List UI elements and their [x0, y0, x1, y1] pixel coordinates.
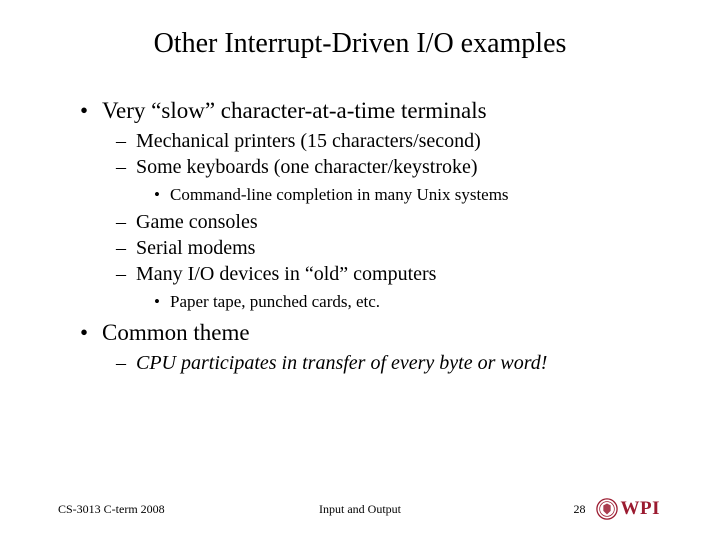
footer-right: 28 WPI [574, 498, 661, 520]
bullet-l3: Paper tape, punched cards, etc. [80, 292, 660, 312]
slide-footer: CS-3013 C-term 2008 Input and Output 28 … [0, 498, 720, 520]
bullet-l2: Many I/O devices in “old” computers [80, 263, 660, 286]
bullet-l2: Serial modems [80, 237, 660, 260]
slide: Other Interrupt-Driven I/O examples Very… [0, 0, 720, 540]
bullet-l2: Some keyboards (one character/keystroke) [80, 156, 660, 179]
bullet-l3: Command-line completion in many Unix sys… [80, 185, 660, 205]
bullet-l2: Game consoles [80, 211, 660, 234]
footer-center: Input and Output [319, 502, 401, 517]
page-number: 28 [574, 502, 586, 517]
wpi-seal-icon [596, 498, 618, 520]
footer-left: CS-3013 C-term 2008 [58, 502, 165, 517]
slide-title: Other Interrupt-Driven I/O examples [60, 28, 660, 60]
slide-content: Very “slow” character-at-a-time terminal… [60, 98, 660, 375]
bullet-l1: Common theme [80, 320, 660, 346]
bullet-l2: CPU participates in transfer of every by… [80, 352, 660, 375]
wpi-logo-text: WPI [621, 498, 661, 520]
wpi-logo: WPI [596, 498, 661, 520]
bullet-l2: Mechanical printers (15 characters/secon… [80, 130, 660, 153]
bullet-l1: Very “slow” character-at-a-time terminal… [80, 98, 660, 124]
